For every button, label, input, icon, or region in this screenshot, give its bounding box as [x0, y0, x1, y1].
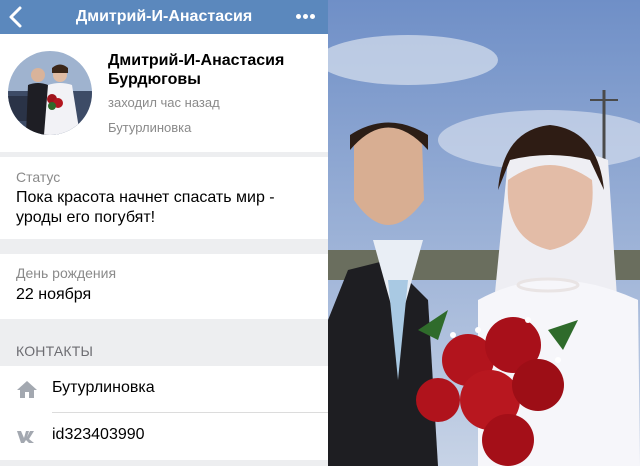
contact-row-city[interactable]: Бутурлиновка — [0, 366, 328, 413]
status-line-1: Пока красота начнет спасать мир - — [16, 189, 275, 206]
more-options-icon[interactable] — [296, 6, 320, 26]
status-text: Пока красота начнет спасать мир - уроды … — [16, 188, 316, 228]
wedding-photo — [328, 0, 640, 466]
nav-title: Дмитрий-И-Анастасия — [75, 8, 253, 25]
birthday-label: День рождения — [16, 265, 117, 281]
back-chevron-icon[interactable] — [6, 4, 26, 30]
name-first-line: Дмитрий-И-Анастасия — [108, 52, 285, 69]
contacts-section: Бутурлиновка id323403990 — [0, 366, 328, 460]
last-seen-text: заходил час назад — [108, 95, 220, 110]
birthday-section: День рождения 22 ноября — [0, 254, 328, 319]
status-section: Статус Пока красота начнет спасать мир -… — [0, 157, 328, 239]
avatar[interactable] — [8, 51, 92, 135]
vk-icon — [16, 426, 38, 446]
status-line-2: уроды его погубят! — [16, 209, 156, 226]
profile-screen: Дмитрий-И-Анастасия Дмитрий-И-Анастасия … — [0, 0, 328, 466]
birthday-value: 22 ноября — [16, 286, 92, 303]
status-label: Статус — [16, 169, 61, 185]
navigation-bar: Дмитрий-И-Анастасия — [0, 0, 328, 34]
profile-name: Дмитрий-И-Анастасия Бурдюговы — [108, 51, 318, 89]
name-second-line: Бурдюговы — [108, 71, 201, 88]
contact-row-vk[interactable]: id323403990 — [0, 413, 328, 459]
contacts-heading: КОНТАКТЫ — [16, 343, 94, 359]
contact-vk-id-text: id323403990 — [52, 426, 145, 443]
profile-city: Бутурлиновка — [108, 120, 192, 135]
home-icon — [16, 379, 38, 399]
profile-header: Дмитрий-И-Анастасия Бурдюговы заходил ча… — [0, 34, 328, 152]
contact-city-text: Бутурлиновка — [52, 379, 155, 396]
